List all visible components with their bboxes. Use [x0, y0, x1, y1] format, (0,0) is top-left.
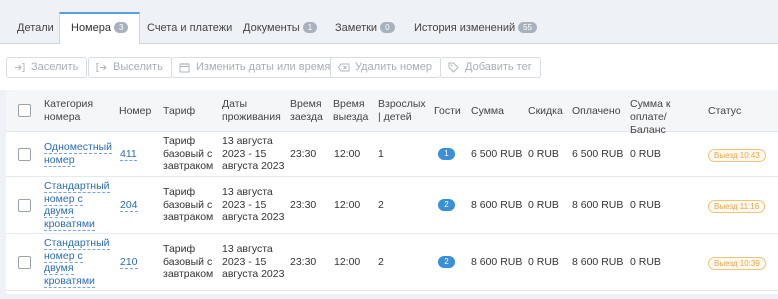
room-number-link[interactable]: 210	[120, 256, 138, 269]
adults-cell: 1	[378, 148, 384, 160]
tab-label: Номера	[71, 22, 111, 34]
tab-rooms[interactable]: Номера 3	[59, 12, 141, 45]
discount-cell: 0 RUB	[528, 199, 559, 211]
room-cell: 210	[120, 256, 138, 269]
column-header-dates[interactable]: Даты проживания	[222, 98, 288, 124]
status-badge: Выезд 10:39	[708, 257, 766, 270]
sum-cell: 8 600 RUB	[471, 256, 523, 268]
to-pay-cell: 0 RUB	[630, 256, 661, 268]
guests-badge[interactable]: 1	[438, 148, 455, 160]
checkin-time-cell: 23:30	[290, 148, 317, 160]
category-link[interactable]: Стандартный номер с двумя кроватями	[44, 180, 110, 231]
table-row[interactable]: Одноместный номер 411 Тариф базовый с за…	[6, 132, 778, 177]
sum-cell: 8 600 RUB	[471, 199, 523, 211]
tab-bar: Детали Номера 3 Счета и платежи Документы…	[0, 12, 778, 45]
tab-notes[interactable]: Заметки 0	[324, 12, 406, 44]
column-header-adults-children[interactable]: Взрослых | детей	[378, 98, 428, 124]
tab-label: Документы	[243, 22, 300, 34]
column-header-checkout-time[interactable]: Время выезда	[333, 98, 371, 124]
tariff-cell: Тариф базовый с завтраком	[163, 243, 214, 280]
column-header-tariff[interactable]: Тариф	[163, 105, 195, 118]
room-number-link[interactable]: 204	[120, 199, 138, 212]
status-badge: Выезд 10:43	[708, 149, 766, 162]
change-dates-button[interactable]: Изменить даты или время	[171, 57, 340, 78]
checkout-icon	[96, 63, 107, 72]
select-all-checkbox[interactable]	[18, 104, 31, 117]
rooms-table: Категория номера Номер Тариф Даты прожив…	[6, 90, 778, 294]
dates-cell: 13 августа 2023 - 15 августа 2023	[222, 186, 285, 223]
button-label: Добавить тег	[465, 61, 532, 73]
discount-cell: 0 RUB	[528, 148, 559, 160]
guests-badge[interactable]: 2	[438, 256, 455, 268]
paid-cell: 6 500 RUB	[572, 148, 624, 160]
tab-documents[interactable]: Документы 1	[232, 12, 328, 44]
room-cell: 411	[120, 148, 137, 161]
button-label: Заселить	[31, 61, 79, 73]
tag-icon	[448, 62, 459, 73]
tab-label: История изменений	[414, 22, 516, 34]
column-header-category[interactable]: Категория номера	[44, 98, 114, 124]
category-cell: Одноместный номер	[44, 141, 114, 167]
add-tag-button[interactable]: Добавить тег	[440, 57, 541, 78]
action-toolbar: Заселить Выселить Изменить даты или врем…	[0, 44, 778, 90]
count-badge: 0	[380, 22, 395, 33]
checkin-icon	[15, 63, 25, 72]
column-header-checkin-time[interactable]: Время заезда	[290, 98, 328, 124]
delete-room-button[interactable]: Удалить номер	[330, 57, 442, 78]
checkin-button[interactable]: Заселить	[6, 57, 88, 78]
tariff-cell: Тариф базовый с завтраком	[163, 135, 214, 172]
tab-invoices[interactable]: Счета и платежи	[136, 12, 243, 44]
column-header-guests[interactable]: Гости	[434, 105, 461, 118]
tab-details[interactable]: Детали	[6, 12, 65, 44]
tab-history[interactable]: История изменений 55	[403, 12, 548, 44]
room-cell: 204	[120, 199, 138, 212]
column-header-sum[interactable]: Сумма	[471, 105, 504, 118]
discount-cell: 0 RUB	[528, 256, 559, 268]
dates-cell: 13 августа 2023 - 15 августа 2023	[222, 243, 285, 280]
tab-label: Детали	[17, 22, 54, 34]
column-header-status[interactable]: Статус	[708, 105, 741, 118]
category-link[interactable]: Одноместный номер	[44, 141, 113, 167]
column-header-paid[interactable]: Оплачено	[572, 105, 621, 118]
paid-cell: 8 600 RUB	[572, 256, 624, 268]
eraser-icon	[338, 63, 350, 72]
checkout-button[interactable]: Выселить	[88, 57, 172, 78]
button-label: Выселить	[113, 61, 163, 73]
table-header: Категория номера Номер Тариф Даты прожив…	[6, 90, 778, 136]
to-pay-cell: 0 RUB	[630, 199, 661, 211]
adults-cell: 2	[378, 256, 384, 268]
column-header-room[interactable]: Номер	[119, 105, 151, 118]
checkin-time-cell: 23:30	[290, 256, 317, 268]
column-header-discount[interactable]: Скидка	[528, 105, 563, 118]
to-pay-cell: 0 RUB	[630, 148, 661, 160]
category-link[interactable]: Стандартный номер с двумя кроватями	[44, 237, 110, 288]
row-checkbox[interactable]	[18, 148, 31, 161]
tariff-cell: Тариф базовый с завтраком	[163, 186, 214, 223]
checkout-time-cell: 12:00	[334, 256, 361, 268]
checkin-time-cell: 23:30	[290, 199, 317, 211]
category-cell: Стандартный номер с двумя кроватями	[44, 180, 114, 231]
row-checkbox[interactable]	[18, 256, 31, 269]
tab-label: Заметки	[335, 22, 378, 34]
status-badge: Выезд 11:16	[708, 200, 766, 213]
room-number-link[interactable]: 411	[120, 148, 137, 161]
count-badge: 55	[518, 22, 538, 33]
row-checkbox[interactable]	[18, 199, 31, 212]
button-label: Удалить номер	[355, 61, 433, 73]
checkout-time-cell: 12:00	[334, 199, 361, 211]
dates-cell: 13 августа 2023 - 15 августа 2023	[222, 135, 285, 172]
paid-cell: 8 600 RUB	[572, 199, 624, 211]
button-label: Изменить даты или время	[196, 61, 331, 73]
guests-badge[interactable]: 2	[438, 199, 455, 211]
checkout-time-cell: 12:00	[334, 148, 361, 160]
sum-cell: 6 500 RUB	[471, 148, 523, 160]
category-cell: Стандартный номер с двумя кроватями	[44, 237, 114, 288]
adults-cell: 2	[378, 199, 384, 211]
count-badge: 3	[113, 22, 129, 33]
calendar-icon	[179, 63, 190, 73]
table-row[interactable]: Стандартный номер с двумя кроватями 210 …	[6, 234, 778, 291]
count-badge: 1	[302, 22, 318, 33]
table-row[interactable]: Стандартный номер с двумя кроватями 204 …	[6, 177, 778, 234]
tab-label: Счета и платежи	[147, 22, 233, 34]
